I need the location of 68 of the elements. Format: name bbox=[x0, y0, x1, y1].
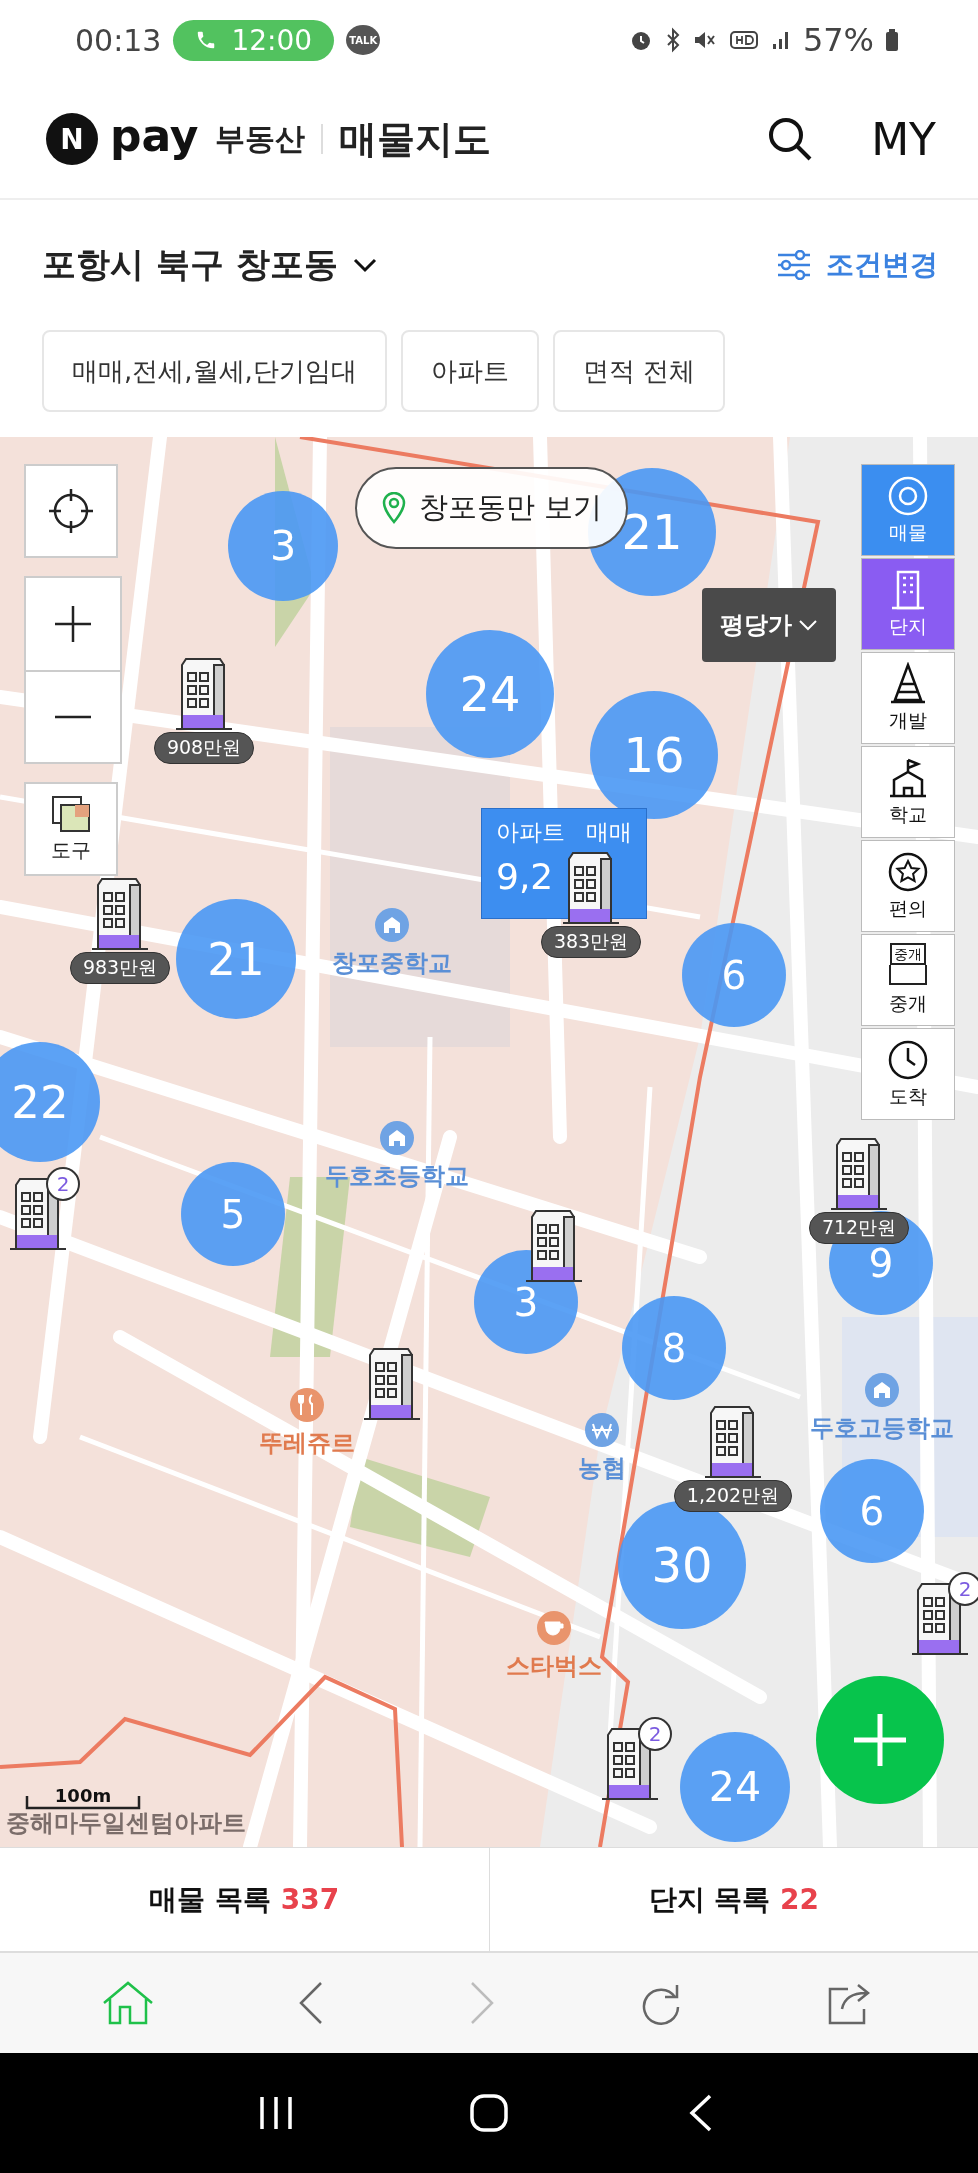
place-label: 두호고등학교 bbox=[810, 1413, 954, 1444]
place-label: 뚜레쥬르 bbox=[259, 1428, 355, 1459]
brand-logo-badge: N bbox=[46, 113, 98, 165]
listing-price: 9,2 bbox=[496, 856, 554, 897]
chevron-down-icon bbox=[351, 256, 378, 274]
school-icon bbox=[864, 1372, 900, 1408]
target-icon bbox=[886, 474, 930, 518]
layers-icon bbox=[49, 794, 93, 835]
deal-type: 매매 bbox=[586, 818, 632, 847]
bank-icon bbox=[584, 1412, 620, 1448]
apartment-building-icon[interactable] bbox=[362, 1347, 422, 1421]
apartment-building-icon[interactable] bbox=[90, 877, 150, 951]
coffee-cup-icon bbox=[536, 1610, 572, 1646]
current-location-button[interactable] bbox=[24, 464, 118, 558]
place-label: 스타벅스 bbox=[506, 1651, 602, 1682]
apartment-building-icon[interactable] bbox=[524, 1209, 584, 1283]
apartment-building-icon[interactable] bbox=[910, 1582, 970, 1656]
place-label: 창포중학교 bbox=[332, 948, 452, 979]
apartment-building-icon[interactable] bbox=[174, 657, 234, 731]
filter-chip[interactable]: 매매,전세,월세,단기임대 bbox=[42, 330, 387, 412]
map-tools-button[interactable]: 도구 bbox=[24, 782, 118, 876]
chat-app-icon: TALK bbox=[346, 25, 381, 55]
place-label: 중해마두일센텀아파트 bbox=[6, 1808, 246, 1839]
price-tag: 1,202만원 bbox=[673, 1480, 793, 1512]
bluetooth-icon bbox=[664, 27, 681, 53]
service-name: 부동산 bbox=[214, 119, 305, 158]
filter-change-button[interactable]: 조건변경 bbox=[776, 246, 938, 284]
home-button-icon[interactable] bbox=[469, 2093, 509, 2133]
place-label: 농협 bbox=[578, 1453, 626, 1484]
home-icon bbox=[101, 1981, 154, 2025]
sliders-icon bbox=[776, 250, 812, 280]
map-layer-toggle[interactable]: 학교 bbox=[861, 746, 955, 838]
chevron-down-icon bbox=[798, 618, 818, 632]
apartment-building-icon[interactable] bbox=[561, 851, 621, 925]
clock-time: 00:13 bbox=[75, 22, 162, 58]
battery-icon bbox=[886, 29, 898, 51]
map-layer-toggle[interactable]: 도착 bbox=[861, 1028, 955, 1120]
filter-chip[interactable]: 면적 전체 bbox=[552, 330, 726, 412]
place-label: 두호초등학교 bbox=[325, 1161, 469, 1192]
property-type: 아파트 bbox=[496, 818, 565, 847]
location-pin-icon bbox=[381, 492, 407, 524]
map-layer-toggle[interactable]: 중개 중개 bbox=[861, 934, 955, 1026]
call-timer-pill[interactable]: 12:00 bbox=[173, 19, 335, 61]
price-tag: 712만원 bbox=[808, 1212, 910, 1244]
restaurant-icon bbox=[289, 1387, 325, 1423]
school-icon bbox=[374, 907, 410, 943]
region-selector[interactable]: 포항시 북구 창포동 bbox=[42, 242, 378, 288]
price-tag: 908만원 bbox=[153, 732, 255, 764]
clock-icon bbox=[886, 1038, 930, 1082]
brand-logo-word: pay bbox=[110, 109, 199, 161]
price-type-dropdown[interactable]: 평당가 bbox=[702, 588, 836, 662]
my-page-link[interactable]: MY bbox=[871, 113, 936, 165]
battery-level: 57% bbox=[802, 21, 874, 59]
page-title: 매물지도 bbox=[338, 115, 491, 163]
price-tag: 983만원 bbox=[69, 952, 171, 984]
map-layer-toggle[interactable]: 매물 bbox=[861, 464, 955, 556]
map-layer-toggle[interactable]: 편의 bbox=[861, 840, 955, 932]
map-scale-label: 100m bbox=[54, 1785, 112, 1806]
apartment-building-icon[interactable] bbox=[703, 1405, 763, 1479]
price-tag: 383만원 bbox=[540, 926, 642, 958]
crosshair-icon bbox=[47, 487, 95, 535]
apartment-building-icon[interactable] bbox=[8, 1177, 68, 1251]
school-icon bbox=[379, 1120, 415, 1156]
apartment-building-icon[interactable] bbox=[829, 1137, 889, 1211]
apartment-building-icon[interactable] bbox=[600, 1727, 660, 1801]
map-layer-toggle[interactable]: 단지 bbox=[861, 558, 955, 650]
map-layer-toggle[interactable]: 개발 bbox=[861, 652, 955, 744]
filter-chip[interactable]: 아파트 bbox=[400, 330, 539, 412]
